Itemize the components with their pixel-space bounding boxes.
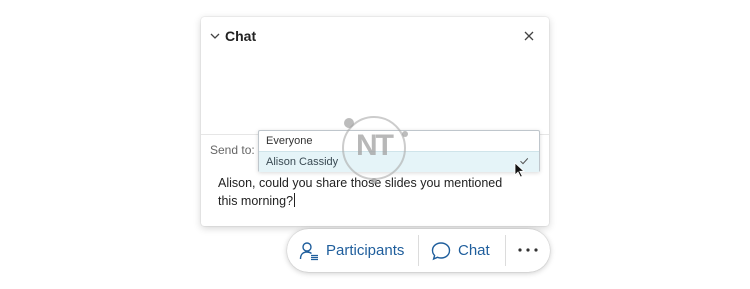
option-label: Alison Cassidy	[266, 156, 339, 168]
chat-panel: Chat Send to: Alison, could you share th…	[201, 17, 549, 226]
more-options-icon	[518, 248, 538, 252]
participants-button[interactable]: Participants	[287, 229, 418, 272]
option-alison-cassidy[interactable]: Alison Cassidy	[259, 151, 539, 172]
chevron-down-icon[interactable]	[209, 30, 221, 42]
text-caret	[294, 193, 296, 207]
send-to-dropdown[interactable]: Everyone Alison Cassidy	[258, 130, 540, 172]
send-to-label: Send to:	[210, 143, 255, 157]
message-text: Alison, could you share those slides you…	[218, 176, 503, 208]
participants-icon	[299, 242, 318, 261]
mouse-pointer-icon	[514, 162, 525, 178]
meeting-toolbar: Participants Chat	[287, 229, 550, 272]
option-everyone[interactable]: Everyone	[259, 131, 539, 151]
close-icon[interactable]	[523, 30, 535, 42]
chat-title: Chat	[225, 28, 257, 44]
message-input[interactable]: Alison, could you share those slides you…	[218, 174, 523, 210]
chat-header: Chat	[201, 17, 549, 55]
chat-bubble-icon	[431, 242, 451, 261]
option-label: Everyone	[266, 135, 313, 147]
chat-button[interactable]: Chat	[419, 229, 505, 272]
participants-label: Participants	[326, 242, 405, 259]
chat-label: Chat	[458, 242, 490, 259]
more-options-button[interactable]	[506, 229, 550, 272]
